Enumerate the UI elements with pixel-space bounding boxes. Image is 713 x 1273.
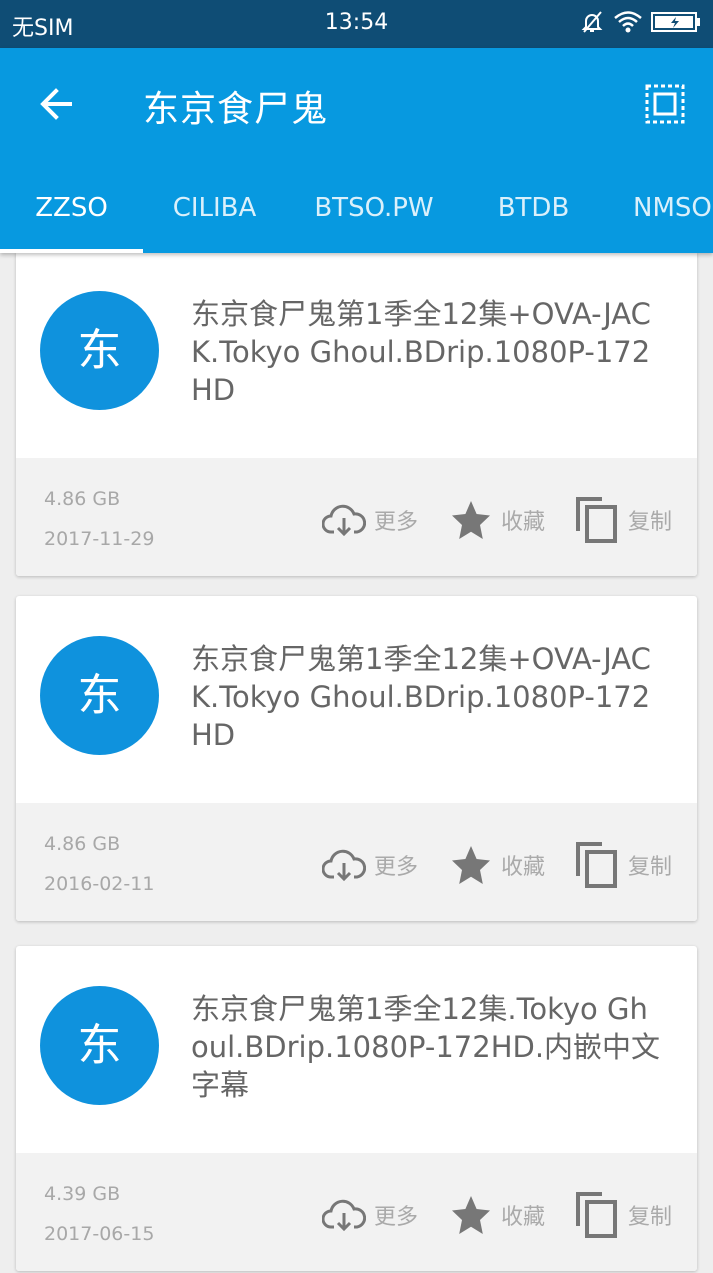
card-footer: 4.86 GB 2016-02-11 更多 收藏 复制 [16,803,697,921]
select-all-button[interactable] [639,78,691,130]
active-tab-indicator [0,249,143,253]
avatar: 东 [40,636,159,755]
copy-label: 复制 [628,1205,673,1230]
mute-bell-icon [581,11,603,33]
avatar: 东 [40,291,159,410]
favorite-button[interactable]: 收藏 [449,841,545,889]
more-label: 更多 [374,1205,419,1230]
star-icon [452,1196,490,1234]
copy-label: 复制 [628,510,673,535]
file-size: 4.86 GB [44,488,121,510]
file-size: 4.86 GB [44,833,121,855]
copy-button[interactable]: 复制 [574,496,672,544]
status-bar: 无SIM 13:54 [0,0,713,48]
copy-icon [576,1192,617,1238]
more-button[interactable]: 更多 [322,1191,418,1239]
more-label: 更多 [374,510,419,535]
star-icon [452,501,490,539]
more-button[interactable]: 更多 [322,841,418,889]
file-size: 4.39 GB [44,1183,121,1205]
result-title: 东京食尸鬼第1季全12集.Tokyo Ghoul.BDrip.1080P-172… [191,992,661,1102]
copy-label: 复制 [628,855,673,880]
result-card[interactable]: 东 东京食尸鬼第1季全12集.Tokyo Ghoul.BDrip.1080P-1… [16,946,697,1271]
file-date: 2017-06-15 [44,1223,155,1245]
result-card[interactable]: 东 东京食尸鬼第1季全12集+OVA-JACK.Tokyo Ghoul.BDri… [16,253,697,576]
copy-icon [576,497,617,543]
tab-zzso[interactable]: ZZSO [0,180,143,253]
more-button[interactable]: 更多 [322,496,418,544]
result-card[interactable]: 东 东京食尸鬼第1季全12集+OVA-JACK.Tokyo Ghoul.BDri… [16,596,697,921]
card-footer: 4.39 GB 2017-06-15 更多 收藏 复制 [16,1153,697,1271]
star-icon [452,846,490,884]
copy-button[interactable]: 复制 [574,841,672,889]
system-icons [579,9,701,35]
card-footer: 4.86 GB 2017-11-29 更多 收藏 复制 [16,458,697,576]
back-button[interactable] [30,78,82,130]
result-title: 东京食尸鬼第1季全12集+OVA-JACK.Tokyo Ghoul.BDrip.… [191,297,651,407]
result-title: 东京食尸鬼第1季全12集+OVA-JACK.Tokyo Ghoul.BDrip.… [191,642,651,752]
arrow-left-icon [40,88,72,120]
tab-btso-pw[interactable]: BTSO.PW [286,180,462,253]
cloud-download-icon [322,1199,366,1232]
source-tabs: ZZSO CILIBA BTSO.PW BTDB NMSO [0,180,713,253]
copy-icon [576,842,617,888]
favorite-button[interactable]: 收藏 [449,496,545,544]
tab-nmso[interactable]: NMSO [605,180,713,253]
avatar: 东 [40,986,159,1105]
page-title: 东京食尸鬼 [143,89,329,130]
app-bar: 东京食尸鬼 ZZSO CILIBA BTSO.PW BTDB NMSO [0,48,713,253]
select-all-icon [645,84,685,124]
more-label: 更多 [374,855,419,880]
result-list: 东 东京食尸鬼第1季全12集+OVA-JACK.Tokyo Ghoul.BDri… [0,253,713,1273]
favorite-label: 收藏 [501,510,546,535]
battery-icon [651,12,700,32]
cloud-download-icon [322,849,366,882]
tab-ciliba[interactable]: CILIBA [143,180,286,253]
cloud-download-icon [322,504,366,537]
favorite-label: 收藏 [501,1205,546,1230]
favorite-button[interactable]: 收藏 [449,1191,545,1239]
wifi-icon [614,11,642,33]
favorite-label: 收藏 [501,855,546,880]
copy-button[interactable]: 复制 [574,1191,672,1239]
file-date: 2017-11-29 [44,528,155,550]
tab-btdb[interactable]: BTDB [462,180,605,253]
file-date: 2016-02-11 [44,873,155,895]
